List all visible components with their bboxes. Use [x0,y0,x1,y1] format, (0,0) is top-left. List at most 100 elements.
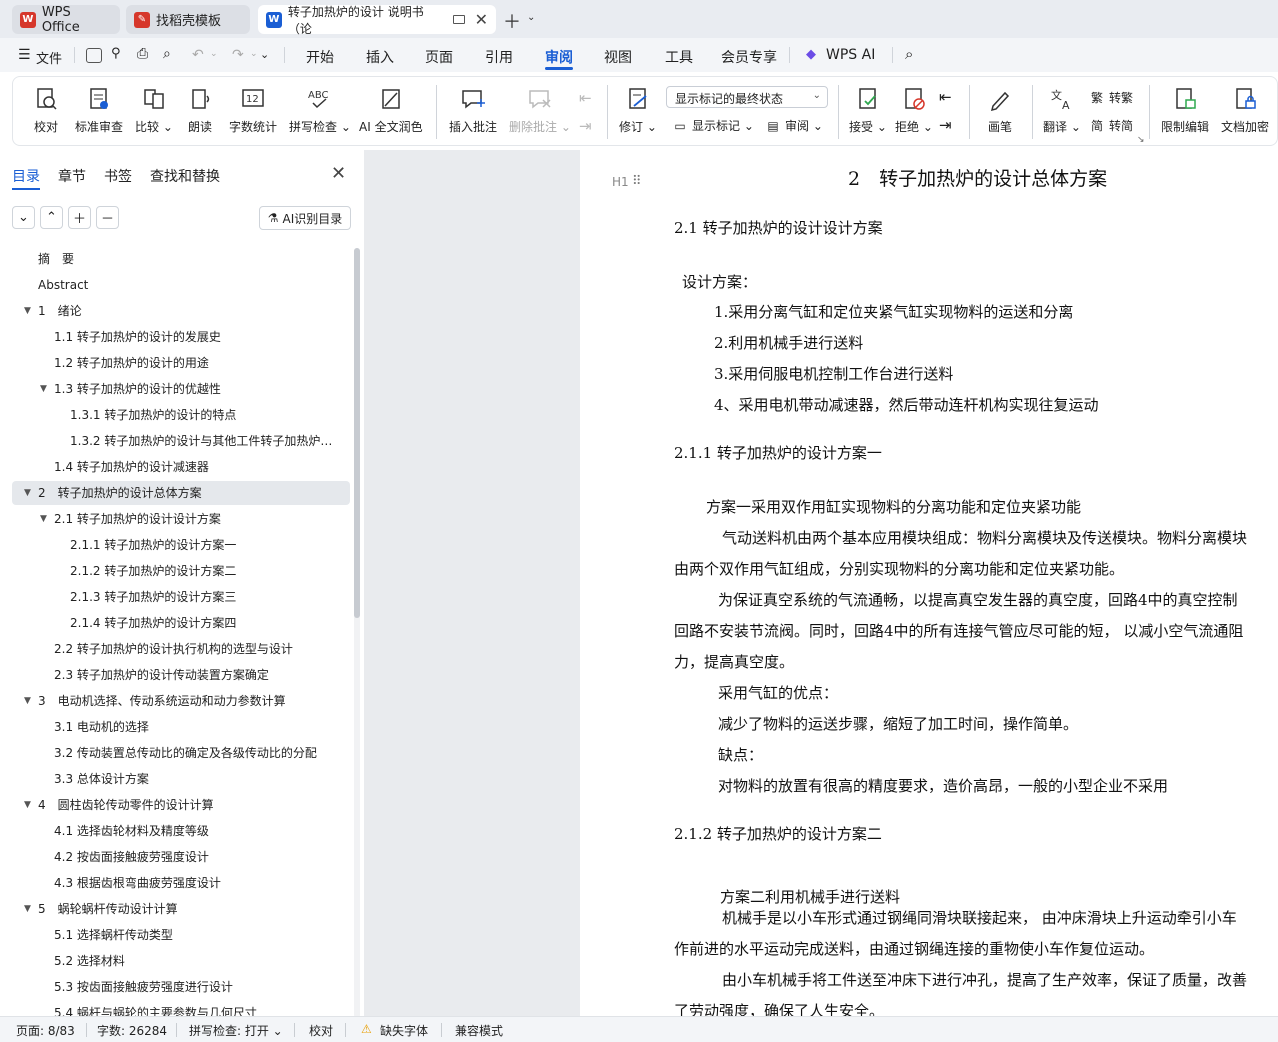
toc-item[interactable]: 2.1.1 转子加热炉的设计方案一 [12,533,350,557]
read-aloud-button[interactable]: 朗读 [187,77,213,147]
proofread-status[interactable]: 校对 [309,1022,333,1039]
drag-handle-icon[interactable]: ⠿ [632,174,641,189]
nav-tab-bookmarks[interactable]: 书签 [104,166,132,186]
delete-comment-button[interactable]: 删除批注 ⌄ [509,77,571,147]
spell-check-button[interactable]: ABC 拼写检查 ⌄ [289,77,351,147]
more-chevron-icon[interactable]: ⌄ [260,48,269,61]
menu-page[interactable]: 页面 [425,47,453,67]
nav-tab-sections[interactable]: 章节 [58,166,86,186]
heading-level-icon[interactable]: H1 [612,175,629,189]
word-count-button[interactable]: 12 字数统计 [229,77,277,147]
ai-toc-button[interactable]: ⚗ AI识别目录 [259,206,351,230]
remove-heading-button[interactable]: － [96,206,119,229]
toc-item[interactable]: 3.3 总体设计方案 [12,767,350,791]
print-icon[interactable]: ⎙ [137,46,148,62]
toc-item[interactable]: ▼ 2.1 转子加热炉的设计设计方案 [12,507,350,531]
toc-item[interactable]: 2.3 转子加热炉的设计传动装置方案确定 [12,663,350,687]
collapse-all-button[interactable]: ⌃ [40,206,63,229]
toc-item[interactable]: 1.1 转子加热炉的设计的发展史 [12,325,350,349]
toc-item[interactable]: 2.2 转子加热炉的设计执行机构的选型与设计 [12,637,350,661]
menu-wps-ai[interactable]: WPS AI [826,47,875,63]
menu-start[interactable]: 开始 [306,47,334,67]
to-simplified-button[interactable]: 简 转简 [1089,117,1133,134]
toc-item[interactable]: 1.4 转子加热炉的设计减速器 [12,455,350,479]
toc-item[interactable]: ▼ 3 电动机选择、传动系统运动和动力参数计算 [12,689,350,713]
toc-item[interactable]: 2.1.2 转子加热炉的设计方案二 [12,559,350,583]
toc-item[interactable]: 5.1 选择蜗杆传动类型 [12,923,350,947]
expand-toggle-icon[interactable]: ▼ [40,377,47,401]
toc-item[interactable]: 5.2 选择材料 [12,949,350,973]
search-icon[interactable]: ⌕ [905,45,913,63]
word-count-indicator[interactable]: 字数: 26284 [97,1022,167,1039]
page-indicator[interactable]: 页面: 8/83 [16,1022,75,1039]
track-changes-button[interactable]: 修订 ⌄ [619,77,657,147]
insert-comment-button[interactable]: 插入批注 [449,77,497,147]
document-page[interactable]: H1 ⠿ 2 转子加热炉的设计总体方案 2.1 转子加热炉的设计设计方案 设计方案：… [580,150,1278,1016]
toc-item[interactable]: Abstract [12,273,350,297]
menu-file[interactable]: 文件 [36,48,62,67]
toc-item[interactable]: 1.3.2 转子加热炉的设计与其他工件转子加热炉… [12,429,350,453]
toc-item[interactable]: ▼ 1.3 转子加热炉的设计的优越性 [12,377,350,401]
toc-item[interactable]: ▼ 5 蜗轮蜗杆传动设计计算 [12,897,350,921]
previous-change-icon[interactable]: ⇤ [939,88,952,106]
undo-dropdown-icon[interactable]: ⌄ [210,49,218,59]
next-change-icon[interactable]: ⇥ [939,116,952,134]
ai-polish-button[interactable]: AI 全文润色 [359,77,423,147]
standard-review-button[interactable]: 标准审查 [75,77,123,147]
add-heading-button[interactable]: ＋ [68,206,91,229]
show-markup-button[interactable]: ▭ 显示标记 ⌄ [672,117,754,134]
menu-tools[interactable]: 工具 [665,47,693,67]
spell-check-status[interactable]: 拼写检查: 打开 ⌄ [189,1022,283,1039]
pen-button[interactable]: 画笔 [987,77,1013,147]
tab-wps-office[interactable]: W WPS Office [12,5,120,35]
toc-item[interactable]: 2.1.3 转子加热炉的设计方案三 [12,585,350,609]
expand-toggle-icon[interactable]: ▼ [24,689,31,713]
toc-item[interactable]: 1.2 转子加热炉的设计的用途 [12,351,350,375]
expand-all-button[interactable]: ⌄ [12,206,35,229]
toc-item[interactable]: ▼ 4 圆柱齿轮传动零件的设计计算 [12,793,350,817]
to-traditional-button[interactable]: 繁 转繁 [1089,89,1133,106]
save-icon[interactable] [86,48,102,63]
next-comment-icon[interactable]: ⇥ [579,117,592,135]
missing-font-status[interactable]: 缺失字体 [380,1022,428,1039]
reject-button[interactable]: 拒绝 ⌄ [895,77,933,147]
hamburger-icon[interactable]: ☰ [18,47,31,63]
toc-item[interactable]: 2.1.4 转子加热炉的设计方案四 [12,611,350,635]
redo-dropdown-icon[interactable]: ⌄ [250,49,258,59]
expand-toggle-icon[interactable]: ▼ [24,793,31,817]
compare-button[interactable]: 比较 ⌄ [135,77,173,147]
new-tab-icon[interactable]: ＋ [503,8,521,34]
toc-item[interactable]: ▼ 1 绪论 [12,299,350,323]
menu-member[interactable]: 会员专享 [721,47,777,67]
dialog-launcher-icon[interactable]: ↘ [1137,135,1145,145]
toc-item[interactable]: 4.1 选择齿轮材料及精度等级 [12,819,350,843]
toc-item[interactable]: 5.4 蜗杆与蜗轮的主要参数与几何尺寸 [12,1001,350,1016]
nav-tab-toc[interactable]: 目录 [12,166,40,186]
tab-document[interactable]: W 转子加热炉的设计 说明书（论 ✕ [258,5,496,36]
menu-reference[interactable]: 引用 [485,47,513,67]
previous-comment-icon[interactable]: ⇤ [579,89,592,107]
redo-icon[interactable]: ↷ [232,47,244,63]
expand-toggle-icon[interactable]: ▼ [24,481,31,505]
toc-item[interactable]: 4.2 按齿面接触疲劳强度设计 [12,845,350,869]
menu-review[interactable]: 审阅 [545,47,573,67]
compat-mode-status[interactable]: 兼容模式 [455,1022,503,1039]
translate-button[interactable]: 文A 翻译 ⌄ [1043,77,1081,147]
review-pane-button[interactable]: ▤ 审阅 ⌄ [765,117,823,134]
toc-item[interactable]: 3.2 传动装置总传动比的确定及各级传动比的分配 [12,741,350,765]
expand-toggle-icon[interactable]: ▼ [24,299,31,323]
print-preview-icon[interactable]: ⌕ [163,46,171,62]
toc-item[interactable]: 1.3.1 转子加热炉的设计的特点 [12,403,350,427]
restrict-edit-button[interactable]: 限制编辑 [1161,77,1209,147]
accept-button[interactable]: 接受 ⌄ [849,77,887,147]
chevron-down-icon[interactable]: ⌄ [527,12,535,23]
doc-encrypt-button[interactable]: 文档加密 [1221,77,1269,147]
undo-icon[interactable]: ↶ [192,47,204,63]
menu-insert[interactable]: 插入 [366,47,394,67]
toc-item[interactable]: 3.1 电动机的选择 [12,715,350,739]
proofread-button[interactable]: 校对 [33,77,59,147]
toc-item[interactable]: 4.3 根据齿根弯曲疲劳强度设计 [12,871,350,895]
expand-toggle-icon[interactable]: ▼ [24,897,31,921]
menu-view[interactable]: 视图 [604,47,632,67]
close-tab-icon[interactable]: ✕ [475,10,488,29]
